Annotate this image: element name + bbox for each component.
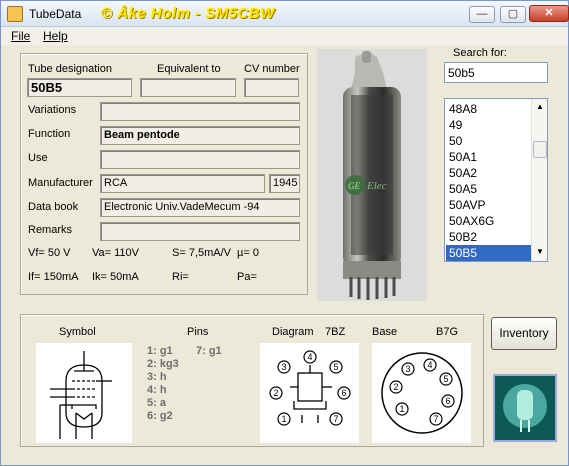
pin-entry: 1: g1 [147, 345, 173, 357]
spec-vf: Vf= 50 V [28, 247, 71, 259]
diagram-code: 7BZ [325, 326, 346, 338]
list-scrollbar[interactable]: ▲ ▼ [531, 99, 547, 261]
base-label: Base [372, 326, 398, 338]
base-pin: 7 [433, 414, 438, 424]
cv-number-field[interactable] [244, 78, 299, 97]
scroll-up-icon[interactable]: ▲ [536, 102, 544, 111]
function-field[interactable]: Beam pentode [100, 126, 300, 145]
diagram-label: Diagram [272, 326, 314, 338]
spec-pa: Pa= [237, 271, 257, 283]
list-item[interactable]: 50A5 [446, 181, 532, 197]
window-title: TubeData [29, 7, 82, 21]
pin-entry: 2: kg3 [147, 358, 179, 370]
close-button[interactable]: ✕ [529, 5, 569, 22]
search-label: Search for: [453, 47, 507, 59]
base-pin: 6 [445, 396, 450, 406]
equivalent-label: Equivalent to [157, 63, 221, 75]
menu-file[interactable]: File [11, 29, 30, 43]
pin-entry: 7: g1 [196, 345, 222, 357]
spec-va: Va= 110V [92, 247, 139, 259]
menu-bar: File Help [1, 27, 568, 45]
list-item[interactable]: 50B2 [446, 229, 532, 245]
title-bar[interactable]: TubeData © Åke Holm - SM5CBW — ▢ ✕ [1, 1, 569, 27]
diagram-pin: 1 [281, 414, 286, 424]
base-pin: 3 [405, 364, 410, 374]
list-item[interactable]: 50AX6G [446, 213, 532, 229]
variations-field[interactable] [100, 102, 300, 121]
scroll-down-icon[interactable]: ▼ [536, 247, 544, 256]
remarks-field[interactable] [100, 222, 300, 241]
diagram-pin: 2 [273, 388, 278, 398]
base-pin: 2 [393, 382, 398, 392]
list-item[interactable]: 49 [446, 117, 532, 133]
minimize-button[interactable]: — [469, 6, 495, 23]
base-code: B7G [436, 326, 459, 338]
pins-label: Pins [187, 326, 209, 338]
use-label: Use [28, 152, 48, 164]
diagram-pin: 7 [333, 414, 338, 424]
spec-ik: Ik= 50mA [92, 271, 139, 283]
pin-diagram: 1 2 3 4 5 6 7 [260, 343, 359, 443]
list-item[interactable]: 50AVP [446, 197, 532, 213]
spec-ri: Ri= [172, 271, 189, 283]
svg-text:GE: GE [348, 181, 360, 191]
tube-list[interactable]: 48A8 49 50 50A1 50A2 50A5 50AVP 50AX6G 5… [444, 98, 548, 262]
year-field[interactable]: 1945 [269, 174, 300, 193]
variations-label: Variations [28, 104, 77, 116]
search-input[interactable]: 50b5 [444, 62, 548, 83]
databook-field[interactable]: Electronic Univ.VadeMecum -94 [100, 198, 300, 217]
pin-entry: 6: g2 [147, 410, 173, 422]
tube-designation-label: Tube designation [28, 63, 112, 75]
author-banner: © Åke Holm - SM5CBW [101, 5, 275, 22]
tube-designation-field[interactable]: 50B5 [27, 78, 132, 97]
remarks-label: Remarks [28, 224, 73, 236]
symbol-label: Symbol [59, 326, 96, 338]
pin-entry: 4: h [147, 384, 167, 396]
diagram-pin: 5 [333, 362, 338, 372]
pins-list: 1: g1 2: kg3 3: h 4: h 5: a 6: g2 7: g1 [142, 343, 250, 443]
spec-mu: µ= 0 [237, 247, 259, 259]
svg-text:Elec: Elec [366, 180, 387, 192]
pin-entry: 5: a [147, 397, 166, 409]
base-pin: 4 [427, 360, 432, 370]
tubedata-window: TubeData © Åke Holm - SM5CBW — ▢ ✕ File … [0, 0, 569, 466]
diagram-pin: 6 [341, 388, 346, 398]
base-pin: 1 [399, 404, 404, 414]
inventory-button[interactable]: Inventory [491, 317, 557, 350]
list-item[interactable]: 48A8 [446, 101, 532, 117]
diagram-pin: 3 [281, 362, 286, 372]
tube-logo-icon [493, 374, 557, 442]
pin-entry: 3: h [147, 371, 167, 383]
spec-s: S= 7,5mA/V [172, 247, 232, 259]
list-item[interactable]: 50 [446, 133, 532, 149]
app-icon [7, 6, 23, 22]
use-field[interactable] [100, 150, 300, 169]
databook-label: Data book [28, 201, 79, 213]
scroll-thumb[interactable] [533, 141, 547, 158]
function-label: Function [28, 128, 71, 140]
list-item[interactable]: 50A1 [446, 149, 532, 165]
manufacturer-label: Manufacturer [28, 177, 93, 189]
list-item[interactable]: 50A2 [446, 165, 532, 181]
menu-help[interactable]: Help [43, 29, 68, 43]
maximize-button[interactable]: ▢ [500, 6, 526, 23]
tube-symbol [36, 343, 132, 443]
tube-photo: GE Elec [317, 49, 427, 301]
list-item-selected[interactable]: 50B5 [446, 245, 532, 261]
base-pin: 5 [443, 374, 448, 384]
equivalent-field[interactable] [140, 78, 236, 97]
manufacturer-field[interactable]: RCA [100, 174, 265, 193]
diagram-pin: 4 [307, 352, 312, 362]
cv-number-label: CV number [244, 63, 300, 75]
base-diagram: 1 2 3 4 5 6 7 [372, 343, 471, 443]
spec-if: If= 150mA [28, 271, 79, 283]
